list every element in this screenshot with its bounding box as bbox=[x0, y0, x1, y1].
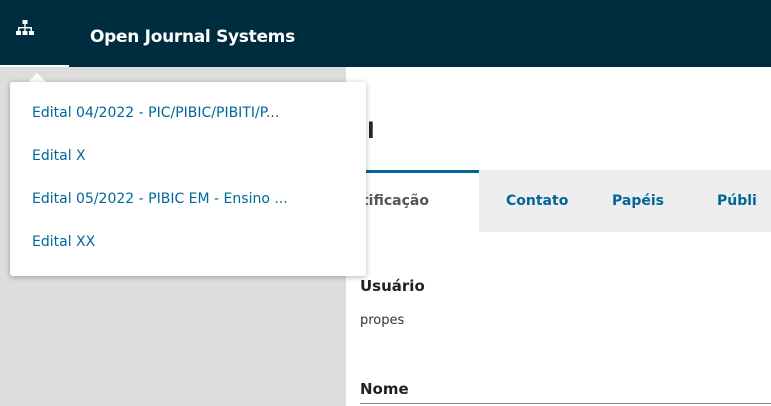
name-label: Nome bbox=[360, 380, 409, 398]
menu-item-site[interactable]: Edital XX bbox=[32, 233, 95, 251]
dropdown-pointer bbox=[28, 73, 46, 82]
sites-menu-button[interactable] bbox=[0, 0, 69, 67]
sitemap-icon bbox=[16, 20, 34, 35]
tab-contato[interactable]: Contato bbox=[506, 170, 568, 232]
sites-dropdown-menu: Edital 04/2022 - PIC/PIBIC/PIBITI/P... E… bbox=[10, 82, 366, 276]
menu-item-site[interactable]: Edital 05/2022 - PIBIC EM - Ensino ... bbox=[32, 190, 288, 208]
name-field[interactable] bbox=[360, 403, 771, 404]
app-title[interactable]: Open Journal Systems bbox=[90, 27, 295, 47]
profile-tabs: ntificação Contato Papéis Públi bbox=[346, 170, 771, 232]
main-content: il ntificação Contato Papéis Públi Usuár… bbox=[346, 67, 771, 406]
menu-item-site[interactable]: Edital X bbox=[32, 147, 86, 165]
username-value: propes bbox=[360, 313, 405, 328]
top-bar: Open Journal Systems bbox=[0, 0, 771, 67]
menu-item-site[interactable]: Edital 04/2022 - PIC/PIBIC/PIBITI/P... bbox=[32, 104, 279, 122]
username-label: Usuário bbox=[360, 277, 425, 295]
tab-publico[interactable]: Públi bbox=[717, 170, 757, 232]
tab-papeis[interactable]: Papéis bbox=[612, 170, 664, 232]
